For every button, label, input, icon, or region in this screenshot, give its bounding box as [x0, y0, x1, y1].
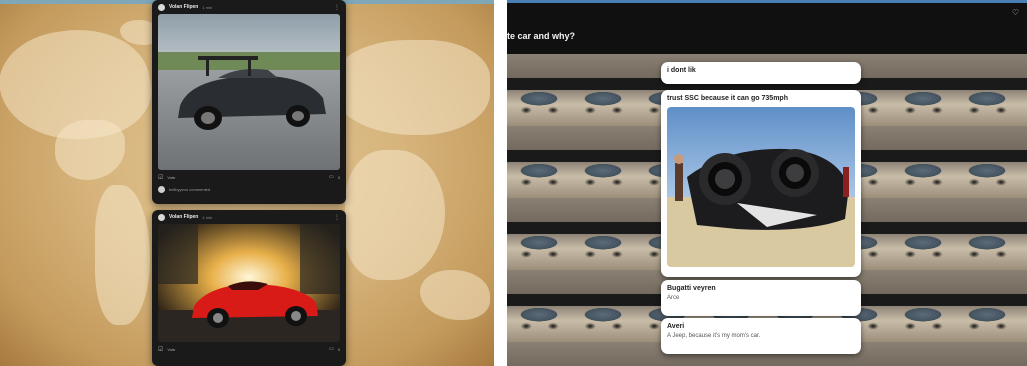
- answer-body: A Jeep, because it's my mom's car.: [667, 333, 761, 339]
- post-actions: ☑ Vote ▭ 3: [152, 170, 346, 184]
- post-card[interactable]: Volan Flipen 1 min ⋮: [152, 0, 346, 204]
- comment-count: 0: [337, 346, 340, 352]
- avatar[interactable]: [158, 185, 165, 193]
- post-time: 1 min: [202, 214, 213, 220]
- map-board-panel: Volan Flipen 1 min ⋮ ☑ Vote ▭ 3 hellbyye…: [0, 0, 494, 366]
- jet-car-photo[interactable]: [667, 107, 855, 267]
- post-header: Volan Flipen 1 min ⋮: [152, 210, 346, 224]
- jet-car-svg: [667, 107, 855, 267]
- comment-preview[interactable]: hellbyyeno commented: [169, 187, 210, 192]
- car-photo-svg: [158, 14, 340, 170]
- post-card[interactable]: Volan Flipen 1 min ⋮: [152, 210, 346, 366]
- avatar[interactable]: [158, 3, 165, 11]
- post-author[interactable]: Volan Flipen: [169, 4, 198, 10]
- question-header: te car and why? ♡: [507, 3, 1027, 54]
- comment-icon[interactable]: ▭: [329, 174, 334, 180]
- post-time: 1 min: [202, 4, 213, 10]
- map-continent: [330, 40, 490, 135]
- comment-count: 3: [337, 174, 340, 180]
- answer-title: trust SSC because it can go 735mph: [667, 95, 788, 102]
- map-continent: [95, 185, 150, 325]
- more-icon[interactable]: ⋮: [334, 4, 340, 11]
- answer-title: Averi: [667, 323, 685, 330]
- answer-card[interactable]: i dont lik: [661, 62, 861, 84]
- comment-icon[interactable]: ▭: [329, 346, 334, 352]
- avatar[interactable]: [158, 213, 165, 221]
- more-icon[interactable]: ⋮: [334, 214, 340, 221]
- answer-body: Arce: [667, 295, 680, 301]
- vote-label[interactable]: Vote: [167, 347, 175, 352]
- car-photo-svg: [158, 224, 340, 342]
- post-actions: ☑ Vote ▭ 0: [152, 342, 346, 356]
- answer-title: i dont lik: [667, 67, 696, 74]
- answer-card[interactable]: Bugatti veyren Arce: [661, 280, 861, 316]
- red-roadster-photo[interactable]: [158, 224, 340, 342]
- map-continent: [345, 150, 445, 280]
- answer-card[interactable]: Averi A Jeep, because it's my mom's car.: [661, 318, 861, 354]
- answer-card[interactable]: trust SSC because it can go 735mph: [661, 90, 861, 277]
- map-continent: [420, 270, 490, 320]
- post-header: Volan Flipen 1 min ⋮: [152, 0, 346, 14]
- post-footer: hellbyyeno commented: [152, 184, 346, 194]
- vote-label[interactable]: Vote: [167, 175, 175, 180]
- silver-supercar-photo[interactable]: [158, 14, 340, 170]
- map-continent: [55, 120, 125, 180]
- poll-chat-panel: te car and why? ♡ i dont lik trust SSC b…: [507, 0, 1027, 366]
- answer-title: Bugatti veyren: [667, 285, 716, 292]
- post-author[interactable]: Volan Flipen: [169, 214, 198, 220]
- question-text: te car and why?: [507, 31, 576, 41]
- heart-icon[interactable]: ♡: [1012, 8, 1019, 17]
- vote-icon[interactable]: ☑: [158, 346, 163, 353]
- vote-icon[interactable]: ☑: [158, 174, 163, 181]
